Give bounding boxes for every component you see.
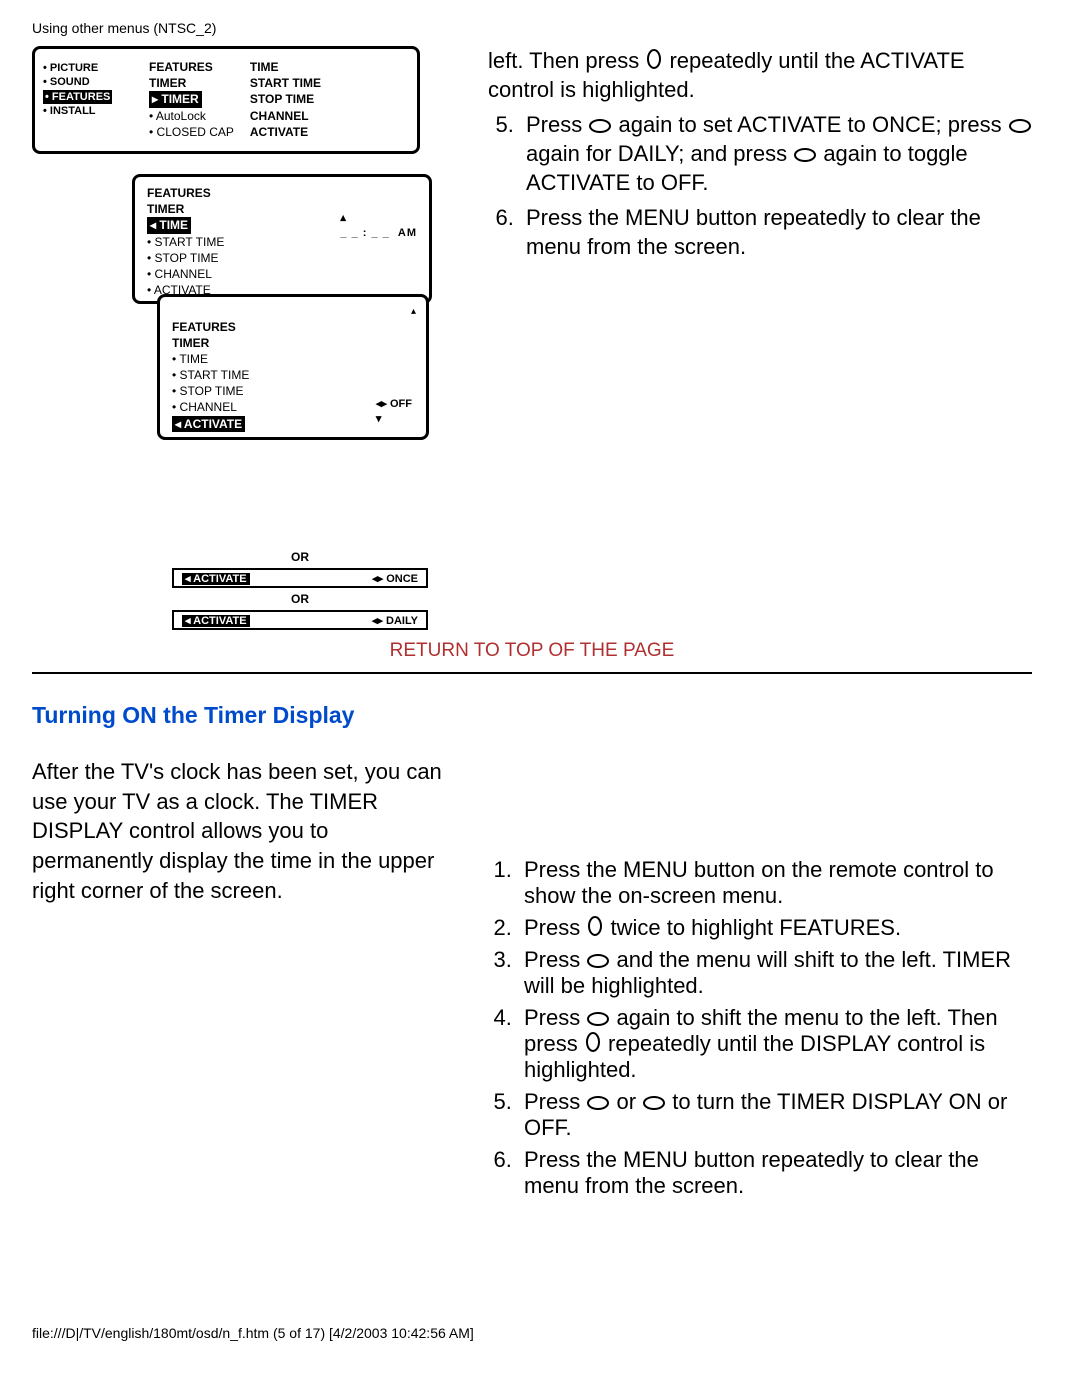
osd1-main-menu: • PICTURE • SOUND • FEATURES • INSTALL [35, 49, 143, 151]
osd1-features-menu: FEATURES TIMER ▸ TIMER • AutoLock • CLOS… [143, 49, 240, 151]
top-instructions: left. Then press repeatedly until the AC… [488, 46, 1032, 267]
osd1-timer-submenu: TIME START TIME STOP TIME CHANNEL ACTIVA… [240, 49, 327, 151]
cursor-down-icon [584, 1031, 602, 1053]
step-1: Press the MENU button on the remote cont… [518, 857, 1032, 909]
intro-paragraph: After the TV's clock has been set, you c… [32, 757, 446, 905]
step-list: Press the MENU button on the remote cont… [486, 757, 1032, 1205]
cursor-down-icon [645, 48, 663, 70]
step-6: Press the MENU button repeatedly to clea… [520, 203, 1032, 261]
step-5b: Press or to turn the TIMER DISPLAY ON or… [518, 1089, 1032, 1141]
step-4: Press again to shift the menu to the lef… [518, 1005, 1032, 1083]
menu-diagram: • PICTURE • SOUND • FEATURES • INSTALL F… [32, 46, 452, 630]
or-label-1: OR [172, 550, 428, 564]
section-title: Turning ON the Timer Display [32, 702, 1032, 729]
cursor-right-icon [1008, 118, 1032, 134]
cursor-left-icon [642, 1095, 666, 1111]
or-label-2: OR [172, 592, 428, 606]
time-blank-display: ▴_ _ : _ _ AM [340, 211, 417, 241]
cursor-right-icon [588, 118, 612, 134]
cursor-right-icon [586, 1011, 610, 1027]
activate-bar-once: ◂ ACTIVATE ◂▸ ONCE [172, 568, 428, 588]
step-3: Press and the menu will shift to the lef… [518, 947, 1032, 999]
cursor-right-icon [586, 953, 610, 969]
cursor-right-icon [586, 1095, 610, 1111]
divider [32, 672, 1032, 674]
cursor-right-icon [793, 147, 817, 163]
cursor-down-icon [586, 915, 604, 937]
activate-bar-daily: ◂ ACTIVATE ◂▸ DAILY [172, 610, 428, 630]
osd-screen-2: FEATURES TIMER ◂ TIME • START TIME • STO… [132, 174, 432, 304]
step-5: Press again to set ACTIVATE to ONCE; pre… [520, 110, 1032, 197]
step-6b: Press the MENU button repeatedly to clea… [518, 1147, 1032, 1199]
step-2: Press twice to highlight FEATURES. [518, 915, 1032, 941]
osd-screen-3: ▴ FEATURES TIMER • TIME • START TIME • S… [157, 294, 429, 440]
page-header: Using other menus (NTSC_2) [32, 20, 1032, 36]
osd-screen-1: • PICTURE • SOUND • FEATURES • INSTALL F… [32, 46, 420, 154]
return-to-top-link[interactable]: RETURN TO TOP OF THE PAGE [32, 640, 1032, 662]
page-footer: file:///D|/TV/english/180mt/osd/n_f.htm … [32, 1325, 1032, 1341]
